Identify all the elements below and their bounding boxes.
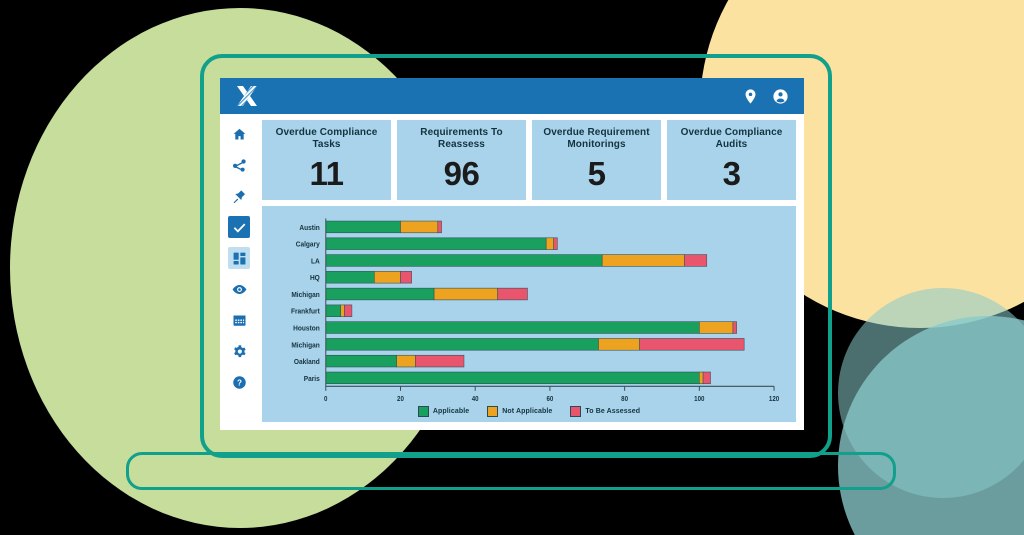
chart-bar-segment[interactable] [684,254,708,267]
kpi-card-overdue-compliance-audits[interactable]: Overdue Compliance Audits 3 [667,120,796,200]
app-top-bar [220,78,804,114]
sidebar-item-pin[interactable] [228,185,250,207]
legend-item-to-be-assessed[interactable]: To Be Assessed [570,406,640,417]
legend-item-applicable[interactable]: Applicable [417,406,470,417]
application-window: ? Overdue Compliance Tasks 11 Requiremen… [220,78,804,430]
x-logo[interactable] [234,83,260,109]
sidebar-item-share[interactable] [228,154,250,176]
sidebar-item-calendar[interactable] [228,309,250,331]
kpi-title: Overdue Compliance Audits [680,127,783,150]
sidebar: ? [220,114,258,430]
chart-bar-segment[interactable] [325,237,547,250]
chart-bar-segment[interactable] [325,287,435,301]
chart-bar-segment[interactable] [325,254,603,267]
chart-category-label: Michigan [291,292,319,299]
chart-bar-segment[interactable] [325,220,401,234]
chart-legend: Applicable Not Applicable To Be Assessed [262,406,796,417]
chart-bar-segment[interactable] [699,371,704,385]
legend-item-not-applicable[interactable]: Not Applicable [487,406,552,417]
chart-bar-segment[interactable] [553,237,558,250]
chart-x-tick-label: 80 [621,396,628,403]
chart-category-label: Austin [299,225,319,232]
screenshot-stage: ? Overdue Compliance Tasks 11 Requiremen… [0,0,1024,535]
kpi-card-overdue-requirement-monitorings[interactable]: Overdue Requirement Monitorings 5 [532,120,661,200]
chart-bar-segment[interactable] [545,237,554,250]
chart-bar-segment[interactable] [702,371,711,385]
chart-bar-segment[interactable] [732,321,737,334]
svg-text:?: ? [237,378,242,387]
kpi-value: 11 [309,154,344,192]
chart-bar-segment[interactable] [374,271,401,284]
chart-category-label: Calgary [296,241,320,248]
chart-bar-segment[interactable] [325,338,599,351]
chart-bar-segment[interactable] [325,304,341,317]
chart-x-tick-label: 40 [472,396,479,403]
legend-swatch-to-be-assessed [570,406,582,417]
chart-bar-segment[interactable] [400,271,412,284]
chart-bar-segment[interactable] [344,304,353,317]
chart-bar-segment[interactable] [497,287,528,301]
dashboard-content: Overdue Compliance Tasks 11 Requirements… [258,114,804,430]
kpi-card-requirements-to-reassess[interactable]: Requirements To Reassess 96 [397,120,526,200]
sidebar-item-dashboards[interactable] [228,247,250,269]
chart-bar-segment[interactable] [601,254,685,267]
kpi-card-row: Overdue Compliance Tasks 11 Requirements… [262,120,796,200]
chart-category-label: HQ [310,275,320,282]
chart-x-tick-label: 100 [694,396,705,403]
kpi-value: 96 [443,154,480,192]
laptop-base-frame [126,452,896,490]
sidebar-item-help[interactable]: ? [228,371,250,393]
chart-bar-segment[interactable] [325,321,700,334]
location-pin-icon[interactable] [740,86,760,106]
kpi-title: Overdue Requirement Monitorings [543,127,650,150]
chart-category-label: Oakland [294,359,320,366]
kpi-value: 5 [587,154,606,192]
kpi-value: 3 [722,154,741,192]
stacked-bar-chart[interactable]: Austin Calgary LA HQ Michigan Frankfurt Housto… [268,214,786,418]
chart-bar-segment[interactable] [639,338,745,351]
kpi-card-overdue-compliance-tasks[interactable]: Overdue Compliance Tasks 11 [262,120,391,200]
sidebar-item-home[interactable] [228,123,250,145]
stacked-bar-chart-panel: Austin Calgary LA HQ Michigan Frankfurt Housto… [262,206,796,422]
legend-label: Not Applicable [502,408,553,415]
chart-x-tick-label: 20 [397,396,404,403]
legend-swatch-applicable [417,406,429,417]
sidebar-item-tasks[interactable] [228,216,250,238]
chart-bar-segment[interactable] [325,371,700,385]
sidebar-item-settings[interactable] [228,340,250,362]
chart-category-label: Houston [293,325,320,332]
legend-label: To Be Assessed [585,408,641,415]
chart-bar-segment[interactable] [437,220,442,234]
chart-bar-segment[interactable] [325,354,398,368]
app-body: ? Overdue Compliance Tasks 11 Requiremen… [220,114,804,430]
sidebar-item-watch[interactable] [228,278,250,300]
chart-bar-segment[interactable] [699,321,734,334]
chart-bar-segment[interactable] [396,354,416,368]
chart-bar-segment[interactable] [340,304,345,317]
chart-bar-segment[interactable] [325,271,375,284]
chart-category-label: Paris [304,376,320,383]
chart-x-tick-label: 60 [546,396,553,403]
chart-category-label: Frankfurt [291,308,320,315]
chart-x-tick-label: 0 [324,396,328,403]
kpi-title: Requirements To Reassess [420,127,503,150]
legend-swatch-not-applicable [487,406,499,417]
chart-bar-segment[interactable] [400,220,439,234]
chart-category-label: LA [311,258,320,265]
chart-bar-segment[interactable] [433,287,498,301]
chart-category-label: Michigan [291,342,319,349]
kpi-title: Overdue Compliance Tasks [275,127,378,150]
chart-x-tick-label: 120 [769,396,780,403]
chart-bar-segment[interactable] [598,338,640,351]
chart-bar-segment[interactable] [415,354,465,368]
user-account-icon[interactable] [770,86,790,106]
legend-label: Applicable [432,408,470,415]
